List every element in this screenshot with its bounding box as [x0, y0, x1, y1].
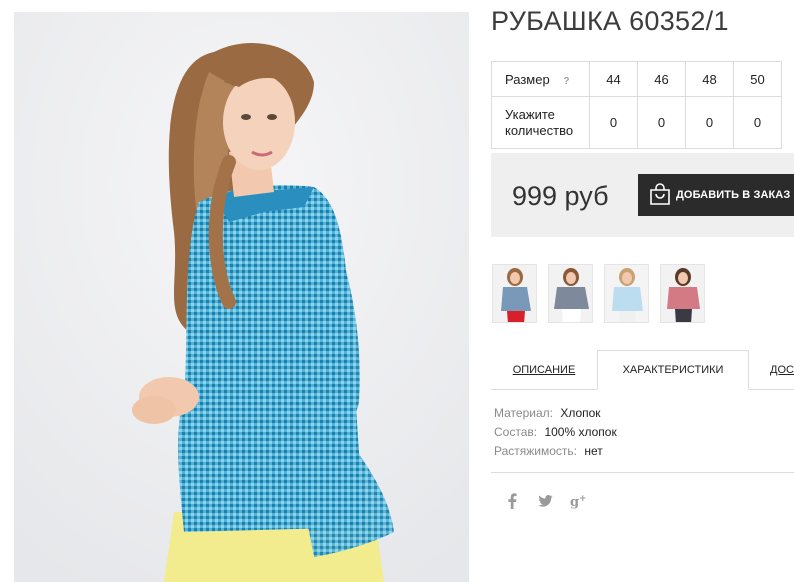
size-50: 50	[733, 61, 782, 97]
gray-check-shirt-thumb	[549, 265, 592, 322]
red-check-shirt-thumb	[661, 265, 704, 322]
quantity-input-46[interactable]: 0	[637, 96, 686, 149]
size-row: Размер ? 44 46 48 50	[491, 61, 782, 97]
add-to-cart-label: ДОБАВИТЬ В ЗАКАЗ	[676, 189, 791, 201]
spec-stretch-key: Растяжимость:	[494, 444, 578, 458]
quantity-label-line2: количество	[505, 122, 574, 138]
tab-characteristics-label: ХАРАКТЕРИСТИКИ	[622, 364, 724, 376]
add-to-cart-button[interactable]: ДОБАВИТЬ В ЗАКАЗ	[638, 174, 794, 216]
quantity-label-cell: Укажите количество	[491, 96, 590, 149]
spec-composition-value: 100% хлопок	[544, 425, 617, 439]
facebook-icon[interactable]	[506, 493, 518, 509]
spec-stretch: Растяжимость: нет	[494, 442, 617, 461]
size-label: Размер	[505, 71, 550, 87]
thumbnail-1[interactable]	[492, 264, 537, 323]
quantity-row: Укажите количество 0 0 0 0	[491, 96, 782, 149]
product-main-image[interactable]	[14, 12, 469, 582]
tab-description-label: ОПИСАНИЕ	[512, 364, 576, 376]
spec-material-value: Хлопок	[560, 406, 601, 420]
google-plus-icon[interactable]: g +	[570, 494, 587, 509]
spec-material-key: Материал:	[494, 406, 553, 420]
product-title: РУБАШКА 60352/1	[491, 6, 729, 36]
price-box: 999 руб ДОБАВИТЬ В ЗАКАЗ	[491, 153, 794, 237]
quantity-label-line1: Укажите	[505, 106, 555, 122]
tab-characteristics[interactable]: ХАРАКТЕРИСТИКИ	[597, 350, 749, 390]
thumbnail-3[interactable]	[604, 264, 649, 323]
product-tabs: ОПИСАНИЕ ХАРАКТЕРИСТИКИ ДОСТАВКА	[491, 350, 794, 390]
help-icon[interactable]: ?	[563, 76, 569, 87]
spec-material: Материал: Хлопок	[494, 404, 617, 423]
quantity-input-50[interactable]: 0	[733, 96, 782, 149]
blue-check-shirt-thumb	[493, 265, 536, 322]
svg-text:+: +	[579, 494, 587, 504]
svg-text:g: g	[570, 495, 579, 509]
tab-description[interactable]: ОПИСАНИЕ	[491, 350, 597, 390]
size-label-cell: Размер ?	[491, 61, 590, 97]
size-quantity-table: Размер ? 44 46 48 50 Укажите количество …	[491, 61, 782, 149]
characteristics-list: Материал: Хлопок Состав: 100% хлопок Рас…	[494, 404, 617, 461]
tab-delivery-label: ДОСТАВКА	[770, 364, 794, 376]
shopping-bag-icon	[650, 183, 670, 205]
divider	[491, 472, 794, 473]
twitter-icon[interactable]	[538, 495, 553, 507]
product-photo-model	[14, 12, 469, 582]
quantity-input-48[interactable]: 0	[685, 96, 734, 149]
thumbnail-2[interactable]	[548, 264, 593, 323]
product-price: 999 руб	[512, 181, 609, 211]
light-blue-shirt-thumb	[605, 265, 648, 322]
spec-stretch-value: нет	[584, 444, 603, 458]
thumbnail-4[interactable]	[660, 264, 705, 323]
tab-delivery[interactable]: ДОСТАВКА	[770, 350, 794, 390]
quantity-input-44[interactable]: 0	[589, 96, 638, 149]
spec-composition: Состав: 100% хлопок	[494, 423, 617, 442]
spec-composition-key: Состав:	[494, 425, 538, 439]
size-46: 46	[637, 61, 686, 97]
size-44: 44	[589, 61, 638, 97]
size-48: 48	[685, 61, 734, 97]
